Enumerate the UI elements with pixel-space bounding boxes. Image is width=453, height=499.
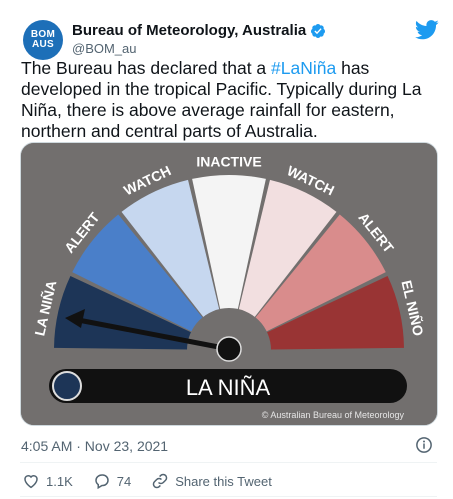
share-icon xyxy=(152,473,168,489)
tweet-media-image[interactable]: LA NIÑA ALERT WATCH INACTIVE WATCH ALERT EL NI… xyxy=(20,142,438,426)
reply-count: 74 xyxy=(116,473,132,489)
tweet-text: The Bureau has declared that a #LaNiña h… xyxy=(21,58,437,142)
tweet-timestamp[interactable]: 4:05 AM · Nov 23, 2021 xyxy=(21,438,168,454)
verified-icon xyxy=(311,23,326,38)
avatar-line2: AUS xyxy=(31,39,54,50)
like-count: 1.1K xyxy=(46,473,73,489)
avatar[interactable]: BOM AUS xyxy=(23,20,63,60)
share-label: Share this Tweet xyxy=(175,473,272,489)
enso-gauge: LA NIÑAALERTWATCHINACTIVEWATCHALERTEL NI… xyxy=(21,143,437,425)
reply-icon xyxy=(94,474,109,490)
copyright-text: © Australian Bureau of Meteorology xyxy=(262,410,405,420)
tweet-text-before: The Bureau has declared that a xyxy=(21,58,272,78)
info-icon[interactable] xyxy=(415,436,433,454)
status-indicator-dot xyxy=(52,371,82,401)
status-label: LA NIÑA xyxy=(186,375,271,400)
hashtag-link[interactable]: #LaNiña xyxy=(271,58,336,78)
share-button[interactable]: Share this Tweet xyxy=(151,472,272,490)
author-name[interactable]: Bureau of Meteorology, Australia xyxy=(72,22,306,39)
tweet-actions: 1.1K 74 Share this Tweet xyxy=(22,472,292,490)
bottom-divider xyxy=(20,496,437,497)
author-handle[interactable]: @BOM_au xyxy=(72,41,137,56)
gauge-needle-hub xyxy=(216,336,242,362)
author-name-row[interactable]: Bureau of Meteorology, Australia xyxy=(72,22,326,39)
reply-button[interactable]: 74 xyxy=(93,472,131,490)
gauge-label-inactive: INACTIVE xyxy=(196,154,261,170)
heart-icon xyxy=(24,475,38,489)
tweet-card: BOM AUS Bureau of Meteorology, Australia… xyxy=(0,0,453,499)
divider xyxy=(20,462,437,463)
twitter-bird-icon[interactable] xyxy=(415,20,439,40)
like-button[interactable]: 1.1K xyxy=(22,472,73,490)
